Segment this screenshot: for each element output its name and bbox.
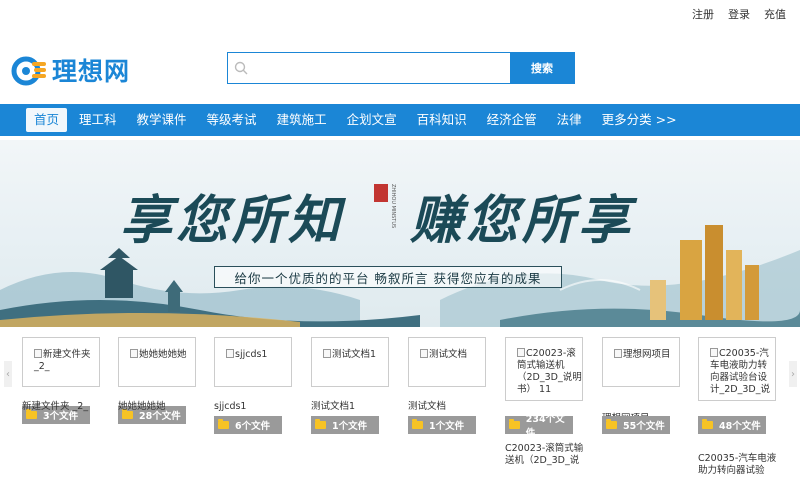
carousel-next-arrow[interactable]: › bbox=[789, 361, 797, 387]
slogan-right: 赚您所享 bbox=[410, 190, 635, 251]
file-thumbnail: 测试文档 bbox=[408, 337, 486, 387]
file-card[interactable]: 她她她她她 28个文件 她她她她她 bbox=[118, 337, 198, 424]
file-thumbnail: C20023-滚筒式输送机 （2D_3D_说明书） 11 bbox=[505, 337, 583, 401]
file-count-badge: 48个文件 bbox=[698, 416, 766, 434]
file-card[interactable]: 理想网项目 理想网项目 55个文件 bbox=[602, 337, 682, 434]
broken-image-icon bbox=[517, 348, 525, 357]
file-card[interactable]: 新建文件夹 _2_ 3个文件 新建文件夹 _2_ bbox=[22, 337, 102, 424]
file-carousel: ‹ › 新建文件夹 _2_ 3个文件 新建文件夹 _2_ 她她她她她 28个文件… bbox=[0, 327, 800, 476]
file-card-name[interactable]: 她她她她她 bbox=[118, 401, 166, 413]
broken-image-icon bbox=[614, 349, 622, 358]
folder-icon bbox=[509, 419, 520, 429]
nav-item-encyclopedia[interactable]: 百科知识 bbox=[409, 108, 475, 132]
slogan-left: 享您所知 bbox=[120, 190, 345, 251]
file-thumbnail: sjjcds1 bbox=[214, 337, 292, 387]
file-count-badge: 1个文件 bbox=[408, 416, 476, 434]
file-card[interactable]: C20023-滚筒式输送机 （2D_3D_说明书） 11 234个文件 C200… bbox=[505, 337, 585, 466]
logo-icon bbox=[10, 53, 48, 87]
file-thumbnail: 测试文档1 bbox=[311, 337, 389, 387]
folder-icon bbox=[702, 419, 713, 429]
folder-icon bbox=[412, 419, 423, 429]
broken-image-icon bbox=[226, 349, 234, 358]
file-thumbnail: C20035-汽车电液助力转向器试验台设计_2D_3D_说 bbox=[698, 337, 776, 401]
account-links: 注册 登录 充值 bbox=[692, 6, 786, 22]
seal-stamp bbox=[374, 184, 388, 202]
nav-item-exams[interactable]: 等级考试 bbox=[199, 108, 265, 132]
register-link[interactable]: 注册 bbox=[692, 6, 714, 22]
file-count-badge: 1个文件 bbox=[311, 416, 379, 434]
nav-item-home[interactable]: 首页 bbox=[26, 108, 68, 132]
file-card-name[interactable]: 测试文档 bbox=[408, 401, 446, 413]
recharge-link[interactable]: 充值 bbox=[764, 6, 786, 22]
banner-tagline: 给你一个优质的的平台 畅叙所言 获得您应有的成果 bbox=[214, 266, 562, 288]
broken-image-icon bbox=[34, 349, 42, 358]
search-icon bbox=[228, 53, 254, 83]
file-thumbnail: 理想网项目 bbox=[602, 337, 680, 387]
carousel-prev-arrow[interactable]: ‹ bbox=[4, 361, 12, 387]
nav-item-law[interactable]: 法律 bbox=[549, 108, 590, 132]
file-thumbnail: 她她她她她 bbox=[118, 337, 196, 387]
file-card[interactable]: 测试文档1 测试文档1 1个文件 bbox=[311, 337, 391, 434]
file-card-name[interactable]: C20023-滚筒式输送机（2D_3D_说 bbox=[505, 443, 585, 467]
file-count-badge: 234个文件 bbox=[505, 414, 573, 439]
nav-item-planning[interactable]: 企划文宣 bbox=[339, 108, 405, 132]
nav-item-science[interactable]: 理工科 bbox=[71, 108, 125, 132]
search-button[interactable]: 搜索 bbox=[510, 53, 574, 83]
site-logo[interactable]: 理想网 bbox=[10, 52, 130, 88]
folder-icon bbox=[315, 419, 326, 429]
folder-icon bbox=[218, 419, 229, 429]
folder-icon bbox=[606, 419, 617, 429]
file-count-badge: 6个文件 bbox=[214, 416, 282, 434]
search-input[interactable] bbox=[254, 53, 510, 83]
file-count-badge: 55个文件 bbox=[602, 416, 670, 434]
hero-banner[interactable]: 享您所知 ZHIHOU MINSTUS 赚您所享 给你一个优质的的平台 畅叙所言… bbox=[0, 140, 800, 327]
file-card-name[interactable]: 测试文档1 bbox=[311, 401, 355, 413]
search-bar: 搜索 bbox=[227, 52, 575, 84]
file-card[interactable]: 测试文档 测试文档 1个文件 bbox=[408, 337, 488, 434]
logo-text: 理想网 bbox=[52, 57, 131, 86]
broken-image-icon bbox=[710, 348, 718, 357]
nav-item-more[interactable]: 更多分类 >> bbox=[594, 108, 685, 132]
top-bar: 注册 登录 充值 bbox=[0, 0, 800, 26]
file-thumbnail: 新建文件夹 _2_ bbox=[22, 337, 100, 387]
login-link[interactable]: 登录 bbox=[728, 6, 750, 22]
file-card-name[interactable]: sjjcds1 bbox=[214, 401, 246, 413]
broken-image-icon bbox=[323, 349, 331, 358]
file-card-name[interactable]: 新建文件夹 _2_ bbox=[22, 401, 88, 413]
nav-item-courseware[interactable]: 教学课件 bbox=[129, 108, 195, 132]
file-card[interactable]: C20035-汽车电液助力转向器试验台设计_2D_3D_说 48个文件 C200… bbox=[698, 337, 778, 476]
main-nav: 首页 理工科 教学课件 等级考试 建筑施工 企划文宣 百科知识 经济企管 法律 … bbox=[0, 104, 800, 136]
nav-item-construction[interactable]: 建筑施工 bbox=[269, 108, 335, 132]
file-card-name[interactable]: C20035-汽车电液助力转向器试验 bbox=[698, 453, 778, 477]
file-card[interactable]: sjjcds1 sjjcds1 6个文件 bbox=[214, 337, 294, 434]
seal-caption: ZHIHOU MINSTUS bbox=[390, 184, 396, 229]
broken-image-icon bbox=[130, 349, 138, 358]
nav-item-economics[interactable]: 经济企管 bbox=[479, 108, 545, 132]
broken-image-icon bbox=[420, 349, 428, 358]
